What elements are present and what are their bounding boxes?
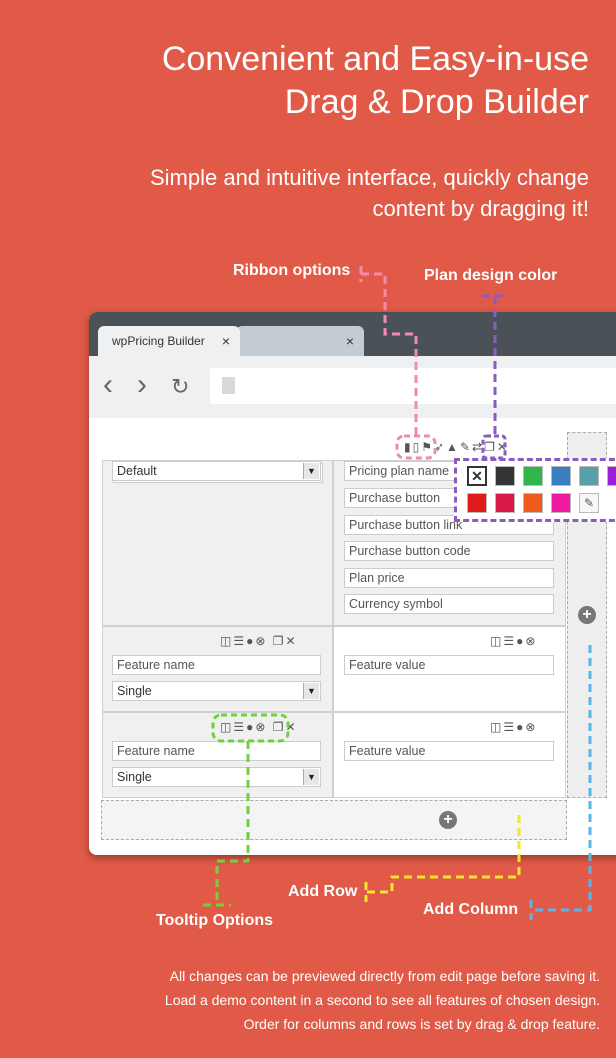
hero-subtitle-line2: content by dragging it! <box>372 196 589 221</box>
tab-blank[interactable]: × <box>236 326 364 356</box>
callout-plan-design-color: Plan design color <box>424 267 558 284</box>
address-bar[interactable] <box>210 368 616 404</box>
footer-line2: Load a demo content in a second to see a… <box>164 992 600 1008</box>
hero-title-line1: Convenient and Easy-in-use <box>161 40 589 78</box>
footer-line3: Order for columns and rows is set by dra… <box>243 1016 600 1032</box>
tab-bar: × wpPricing Builder × <box>89 312 616 356</box>
browser-window: × wpPricing Builder × ‹ › ↻ <box>89 312 616 855</box>
tab-wppricing-builder[interactable]: wpPricing Builder × <box>98 326 240 356</box>
callout-add-column: Add Column <box>423 901 519 918</box>
hero-subtitle: Simple and intuitive interface, quickly … <box>150 162 589 224</box>
tab-blank-close-icon[interactable]: × <box>346 326 354 356</box>
navigation-bar: ‹ › ↻ <box>89 356 616 418</box>
back-arrow-icon[interactable]: ‹ <box>103 368 113 402</box>
callout-ribbon-options: Ribbon options <box>233 262 351 279</box>
footer-text: All changes can be previewed directly fr… <box>165 964 600 1036</box>
hero-subtitle-line1: Simple and intuitive interface, quickly … <box>149 165 589 190</box>
reload-icon[interactable]: ↻ <box>171 374 189 400</box>
builder-area <box>89 418 616 855</box>
hero-title-line2: Drag & Drop Builder <box>284 83 589 121</box>
hero-title: Convenient and Easy-in-use Drag & Drop B… <box>162 38 589 124</box>
forward-arrow-icon[interactable]: › <box>137 368 147 402</box>
page-icon <box>222 377 235 394</box>
footer-line1: All changes can be previewed directly fr… <box>169 968 600 984</box>
callout-add-row: Add Row <box>288 883 358 900</box>
tab-close-icon[interactable]: × <box>222 326 230 356</box>
callout-tooltip-options: Tooltip Options <box>156 912 274 929</box>
tab-label: wpPricing Builder <box>112 334 205 348</box>
